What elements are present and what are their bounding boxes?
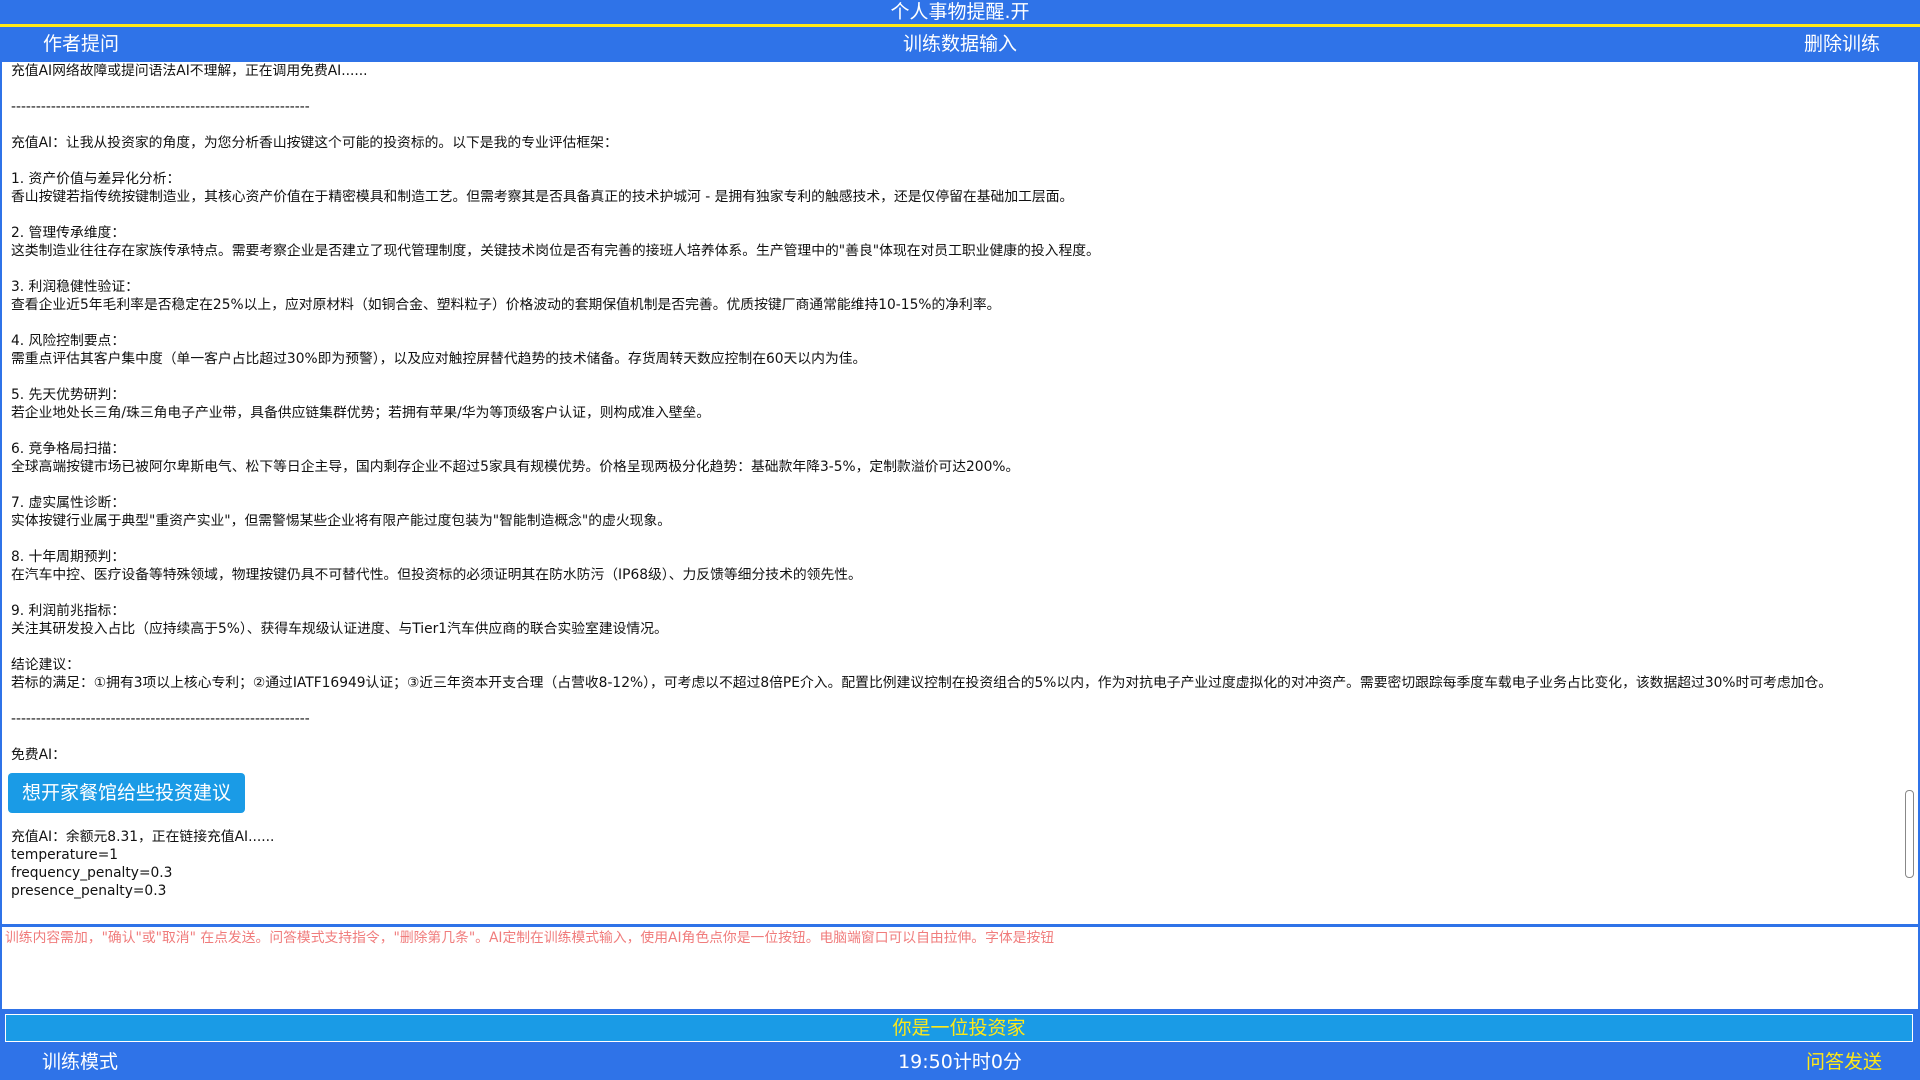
chat-line: 全球高端按键市场已被阿尔卑斯电气、松下等日企主导，国内剩存企业不超过5家具有规模…	[11, 459, 1020, 475]
chat-line	[11, 638, 1891, 656]
chat-line	[11, 152, 1891, 170]
chat-log[interactable]: 充值AI网络故障或提问语法AI不理解，正在调用免费AI...... -------…	[0, 62, 1920, 924]
chat-line	[11, 422, 1891, 440]
nav-center-wrap: 训练数据输入	[0, 27, 1920, 62]
chat-lines-after: 充值AI：余额元8.31，正在链接充值AI...... temperature=1…	[11, 828, 1891, 900]
chat-line: 这类制造业往往存在家族传承特点。需要考察企业是否建立了现代管理制度，关键技术岗位…	[11, 243, 1100, 259]
training-data-input-button[interactable]: 训练数据输入	[903, 33, 1017, 55]
message-input[interactable]	[2, 927, 1918, 1009]
chat-line: 需重点评估其客户集中度（单一客户占比超过30%即为预警），以及应对触控屏替代趋势…	[11, 351, 867, 367]
chat-line	[11, 728, 1891, 746]
chat-line: 实体按键行业属于典型"重资产实业"，但需警惕某些企业将有限产能过度包装为"智能制…	[11, 513, 672, 529]
chat-line: 免费AI：	[11, 747, 66, 763]
top-nav: 作者提问 训练数据输入 删除训练	[0, 27, 1920, 62]
chat-line	[11, 314, 1891, 332]
chat-lines-before: 充值AI网络故障或提问语法AI不理解，正在调用免费AI...... -------…	[11, 62, 1891, 764]
chat-content: 充值AI网络故障或提问语法AI不理解，正在调用免费AI...... -------…	[8, 62, 1891, 900]
app-window: 个人事物提醒.开 作者提问 训练数据输入 删除训练 充值AI网络故障或提问语法A…	[0, 0, 1920, 1080]
chat-line	[11, 368, 1891, 386]
chat-line: ----------------------------------------…	[11, 99, 310, 115]
chat-line	[11, 692, 1891, 710]
bottom-bar: 训练模式 19:50计时0分 问答发送	[0, 1045, 1920, 1080]
chat-line: 关注其研发投入占比（应持续高于5%）、获得车规级认证进度、与Tier1汽车供应商…	[11, 621, 668, 637]
user-message-bubble[interactable]: 想开家餐馆给些投资建议	[8, 773, 246, 813]
chat-line: 香山按键若指传统按键制造业，其核心资产价值在于精密模具和制造工艺。但需考察其是否…	[11, 189, 1074, 205]
chat-line	[11, 80, 1891, 98]
timer-display: 19:50计时0分	[898, 1051, 1022, 1073]
chat-line: 4. 风险控制要点：	[11, 333, 126, 349]
chat-line: 查看企业近5年毛利率是否稳定在25%以上，应对原材料（如铜合金、塑料粒子）价格波…	[11, 297, 1001, 313]
chat-line	[11, 116, 1891, 134]
ai-role-button[interactable]: 你是一位投资家	[5, 1014, 1913, 1042]
chat-line: 充值AI：让我从投资家的角度，为您分析香山按键这个可能的投资标的。以下是我的专业…	[11, 135, 618, 151]
chat-line: presence_penalty=0.3	[11, 883, 167, 899]
chat-line: 3. 利润稳健性验证：	[11, 279, 139, 295]
chat-line: temperature=1	[11, 847, 119, 863]
chat-line: 8. 十年周期预判：	[11, 549, 126, 565]
chat-line: 在汽车中控、医疗设备等特殊领域，物理按键仍具不可替代性。但投资标的必须证明其在防…	[11, 567, 862, 583]
chat-line: 若企业地处长三角/珠三角电子产业带，具备供应链集群优势；若拥有苹果/华为等顶级客…	[11, 405, 711, 421]
chat-line	[11, 206, 1891, 224]
chat-scrollbar[interactable]	[1905, 790, 1914, 878]
chat-line: 6. 竞争格局扫描：	[11, 441, 126, 457]
chat-line: frequency_penalty=0.3	[11, 865, 173, 881]
delete-training-button[interactable]: 删除训练	[1804, 27, 1880, 62]
chat-line: 5. 先天优势研判：	[11, 387, 126, 403]
qa-send-button[interactable]: 问答发送	[1806, 1045, 1882, 1080]
chat-line: ----------------------------------------…	[11, 711, 310, 727]
chat-line	[11, 584, 1891, 602]
chat-line: 2. 管理传承维度：	[11, 225, 126, 241]
chat-line: 7. 虚实属性诊断：	[11, 495, 126, 511]
author-question-button[interactable]: 作者提问	[43, 27, 119, 62]
title-bar: 个人事物提醒.开	[0, 0, 1920, 24]
chat-line: 若标的满足：①拥有3项以上核心专利；②通过IATF16949认证；③近三年资本开…	[11, 675, 1833, 691]
chat-line: 1. 资产价值与差异化分析：	[11, 171, 181, 187]
chat-line	[11, 260, 1891, 278]
chat-line: 结论建议：	[11, 657, 80, 673]
input-area	[0, 927, 1920, 1009]
app-title: 个人事物提醒.开	[890, 1, 1030, 23]
chat-line: 9. 利润前兆指标：	[11, 603, 126, 619]
chat-line	[11, 530, 1891, 548]
chat-line	[11, 476, 1891, 494]
chat-line: 充值AI：余额元8.31，正在链接充值AI......	[11, 829, 275, 845]
chat-line: 充值AI网络故障或提问语法AI不理解，正在调用免费AI......	[11, 63, 368, 79]
